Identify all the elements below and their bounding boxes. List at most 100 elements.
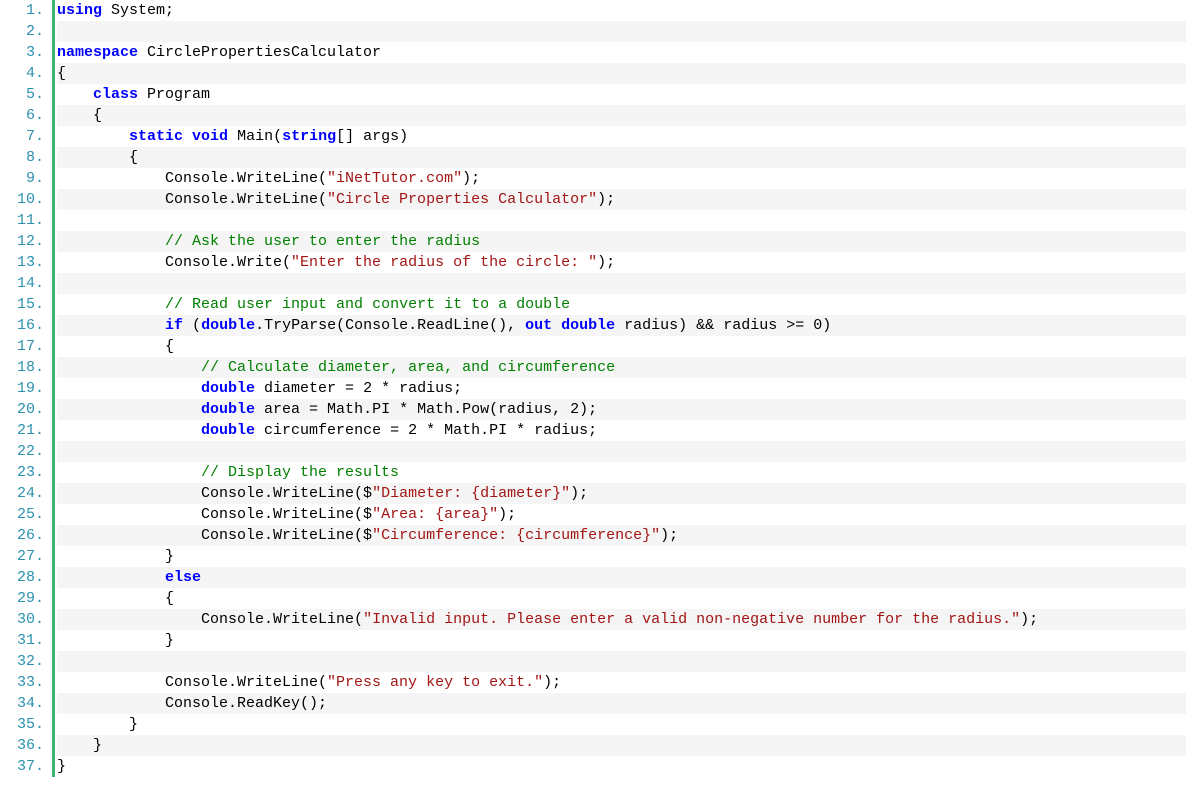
line-number: 6. xyxy=(0,105,44,126)
token-txt: } xyxy=(57,716,138,733)
code-line[interactable]: class Program xyxy=(57,84,1186,105)
code-line[interactable]: } xyxy=(57,546,1186,567)
line-number: 8. xyxy=(0,147,44,168)
code-line[interactable]: } xyxy=(57,756,1186,777)
token-txt: ); xyxy=(543,674,561,691)
token-kw: double xyxy=(201,317,255,334)
code-line[interactable]: { xyxy=(57,105,1186,126)
code-line[interactable]: } xyxy=(57,630,1186,651)
token-str: "Press any key to exit." xyxy=(327,674,543,691)
token-txt: ); xyxy=(498,506,516,523)
code-line[interactable]: using System; xyxy=(57,0,1186,21)
line-number: 26. xyxy=(0,525,44,546)
line-number: 7. xyxy=(0,126,44,147)
line-number: 31. xyxy=(0,630,44,651)
line-number: 2. xyxy=(0,21,44,42)
token-txt xyxy=(57,569,165,586)
token-txt: [] args) xyxy=(336,128,408,145)
token-txt: } xyxy=(57,632,174,649)
token-txt: Console.WriteLine($ xyxy=(57,527,372,544)
line-number: 20. xyxy=(0,399,44,420)
code-line[interactable]: Console.WriteLine("Circle Properties Cal… xyxy=(57,189,1186,210)
token-txt: } xyxy=(57,737,102,754)
line-number: 29. xyxy=(0,588,44,609)
code-line[interactable]: // Read user input and convert it to a d… xyxy=(57,294,1186,315)
token-txt: System; xyxy=(102,2,174,19)
token-txt: { xyxy=(57,149,138,166)
token-com: // Read user input and convert it to a d… xyxy=(165,296,570,313)
code-line[interactable]: Console.Write("Enter the radius of the c… xyxy=(57,252,1186,273)
code-line[interactable] xyxy=(57,210,1186,231)
token-txt: } xyxy=(57,548,174,565)
line-number: 13. xyxy=(0,252,44,273)
code-line[interactable]: { xyxy=(57,588,1186,609)
code-line[interactable]: else xyxy=(57,567,1186,588)
token-str: "Enter the radius of the circle: " xyxy=(291,254,597,271)
code-line[interactable]: double area = Math.PI * Math.Pow(radius,… xyxy=(57,399,1186,420)
code-line[interactable]: Console.WriteLine("iNetTutor.com"); xyxy=(57,168,1186,189)
code-line[interactable]: // Display the results xyxy=(57,462,1186,483)
code-area[interactable]: using System; namespace CircleProperties… xyxy=(55,0,1186,777)
code-line[interactable]: } xyxy=(57,714,1186,735)
token-kw: double xyxy=(201,380,255,397)
line-number: 35. xyxy=(0,714,44,735)
token-kw: using xyxy=(57,2,102,19)
line-number: 19. xyxy=(0,378,44,399)
code-line[interactable]: double diameter = 2 * radius; xyxy=(57,378,1186,399)
line-number: 36. xyxy=(0,735,44,756)
token-str: "Circumference: {circumference}" xyxy=(372,527,660,544)
code-line[interactable]: { xyxy=(57,63,1186,84)
line-number: 24. xyxy=(0,483,44,504)
token-txt: ); xyxy=(570,485,588,502)
token-kw: if xyxy=(165,317,183,334)
line-number: 17. xyxy=(0,336,44,357)
token-com: // Ask the user to enter the radius xyxy=(165,233,480,250)
code-line[interactable]: { xyxy=(57,336,1186,357)
token-txt xyxy=(183,128,192,145)
code-line[interactable]: // Calculate diameter, area, and circumf… xyxy=(57,357,1186,378)
token-txt: Program xyxy=(138,86,210,103)
code-line[interactable]: if (double.TryParse(Console.ReadLine(), … xyxy=(57,315,1186,336)
token-txt: ( xyxy=(183,317,201,334)
line-number: 15. xyxy=(0,294,44,315)
token-txt: Main( xyxy=(228,128,282,145)
token-txt xyxy=(57,359,201,376)
code-line[interactable]: Console.ReadKey(); xyxy=(57,693,1186,714)
token-kw: void xyxy=(192,128,228,145)
code-line[interactable] xyxy=(57,21,1186,42)
code-line[interactable]: Console.WriteLine($"Circumference: {circ… xyxy=(57,525,1186,546)
line-number-gutter: 1.2.3.4.5.6.7.8.9.10.11.12.13.14.15.16.1… xyxy=(0,0,52,777)
token-kw: double xyxy=(201,422,255,439)
token-txt: { xyxy=(57,107,102,124)
token-txt: ); xyxy=(462,170,480,187)
code-line[interactable]: static void Main(string[] args) xyxy=(57,126,1186,147)
token-str: "Diameter: {diameter}" xyxy=(372,485,570,502)
code-line[interactable]: } xyxy=(57,735,1186,756)
code-line[interactable] xyxy=(57,273,1186,294)
token-txt xyxy=(57,128,129,145)
token-kw: double xyxy=(561,317,615,334)
line-number: 21. xyxy=(0,420,44,441)
line-number: 1. xyxy=(0,0,44,21)
code-line[interactable]: Console.WriteLine("Press any key to exit… xyxy=(57,672,1186,693)
token-txt: Console.Write( xyxy=(57,254,291,271)
token-txt: { xyxy=(57,338,174,355)
code-line[interactable]: Console.WriteLine($"Area: {area}"); xyxy=(57,504,1186,525)
code-editor: 1.2.3.4.5.6.7.8.9.10.11.12.13.14.15.16.1… xyxy=(0,0,1186,777)
line-number: 22. xyxy=(0,441,44,462)
line-number: 25. xyxy=(0,504,44,525)
code-line[interactable]: Console.WriteLine("Invalid input. Please… xyxy=(57,609,1186,630)
code-line[interactable]: { xyxy=(57,147,1186,168)
code-line[interactable] xyxy=(57,651,1186,672)
token-txt: radius) && radius >= 0) xyxy=(615,317,831,334)
code-line[interactable]: // Ask the user to enter the radius xyxy=(57,231,1186,252)
token-txt: } xyxy=(57,758,66,775)
code-line[interactable]: double circumference = 2 * Math.PI * rad… xyxy=(57,420,1186,441)
code-line[interactable]: namespace CirclePropertiesCalculator xyxy=(57,42,1186,63)
code-line[interactable] xyxy=(57,441,1186,462)
token-txt: ); xyxy=(660,527,678,544)
token-txt xyxy=(57,86,93,103)
line-number: 16. xyxy=(0,315,44,336)
code-line[interactable]: Console.WriteLine($"Diameter: {diameter}… xyxy=(57,483,1186,504)
token-kw: double xyxy=(201,401,255,418)
